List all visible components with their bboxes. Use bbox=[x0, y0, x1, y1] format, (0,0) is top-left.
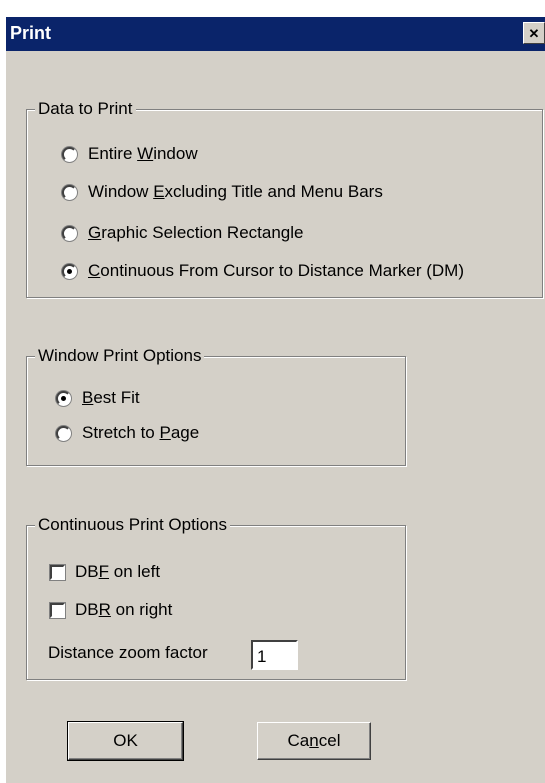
radio-label: Stretch to Page bbox=[82, 423, 200, 442]
checkbox[interactable] bbox=[50, 602, 65, 618]
checkbox-label: DBF on left bbox=[75, 562, 161, 581]
cancel-label: Cancel bbox=[287, 731, 341, 750]
radio-button[interactable] bbox=[56, 425, 71, 441]
radio-button[interactable] bbox=[62, 184, 77, 200]
radio-button[interactable] bbox=[56, 390, 71, 406]
dialog-title: Print bbox=[10, 23, 52, 43]
radio-entire-window[interactable]: Entire Window bbox=[62, 144, 198, 164]
radio-button[interactable] bbox=[62, 225, 77, 241]
radio-label: Window Excluding Title and Menu Bars bbox=[88, 182, 383, 201]
close-icon: ✕ bbox=[528, 25, 540, 41]
radio-continuous-cursor-dm[interactable]: Continuous From Cursor to Distance Marke… bbox=[62, 261, 464, 281]
checkbox-label: DBR on right bbox=[75, 600, 173, 619]
radio-label: Best Fit bbox=[82, 388, 140, 407]
checkbox-dbf-on-left[interactable]: DBF on left bbox=[50, 562, 160, 582]
radio-label: Graphic Selection Rectangle bbox=[88, 223, 304, 242]
radio-window-excluding-title[interactable]: Window Excluding Title and Menu Bars bbox=[62, 182, 383, 202]
checkbox-dbr-on-right[interactable]: DBR on right bbox=[50, 600, 172, 620]
radio-label: Entire Window bbox=[88, 144, 198, 163]
window-print-options-legend: Window Print Options bbox=[35, 346, 205, 366]
radio-best-fit[interactable]: Best Fit bbox=[56, 388, 140, 408]
radio-stretch-to-page[interactable]: Stretch to Page bbox=[56, 423, 199, 443]
radio-label: Continuous From Cursor to Distance Marke… bbox=[88, 261, 464, 280]
ok-button[interactable]: OK bbox=[67, 721, 184, 761]
close-button[interactable]: ✕ bbox=[523, 22, 545, 44]
window-print-options-group: Window Print Options bbox=[26, 346, 406, 466]
continuous-print-options-legend: Continuous Print Options bbox=[35, 515, 230, 535]
distance-zoom-label: Distance zoom factor bbox=[48, 643, 208, 662]
checkbox[interactable] bbox=[50, 564, 65, 580]
data-to-print-legend: Data to Print bbox=[35, 99, 136, 119]
radio-button[interactable] bbox=[62, 146, 77, 162]
radio-graphic-selection[interactable]: Graphic Selection Rectangle bbox=[62, 223, 303, 243]
ok-label: OK bbox=[113, 731, 138, 750]
cancel-button[interactable]: Cancel bbox=[257, 722, 371, 760]
title-bar[interactable]: Print ✕ bbox=[6, 17, 545, 51]
radio-button[interactable] bbox=[62, 263, 77, 279]
distance-zoom-input[interactable] bbox=[251, 640, 298, 670]
